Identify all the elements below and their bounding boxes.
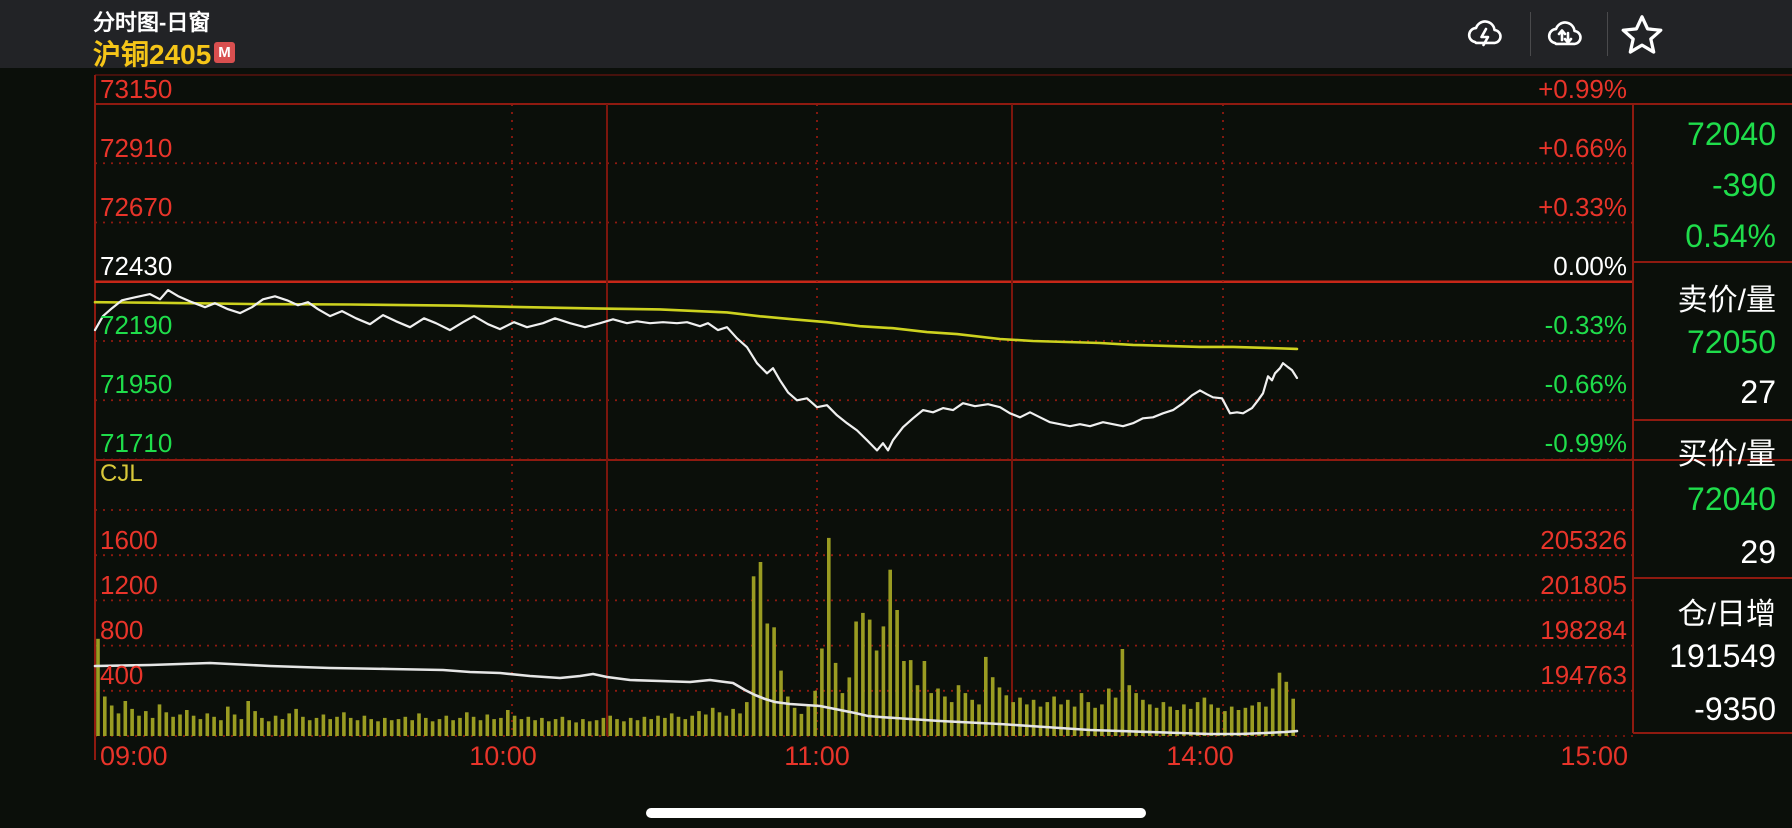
price-change: -390 [1712, 167, 1776, 204]
open-interest-value: 191549 [1669, 638, 1776, 675]
ask-price: 72050 [1687, 324, 1776, 361]
pct-axis-label: +0.66% [1538, 132, 1627, 164]
volume-axis-label: 800 [100, 614, 143, 646]
price-axis-label-prev-close: 72430 [100, 250, 172, 282]
pct-axis-label: +0.99% [1538, 73, 1627, 105]
indicator-label-cjl: CJL [100, 458, 143, 490]
bid-label: 买价/量 [1678, 429, 1776, 473]
oi-axis-label: 201805 [1540, 569, 1627, 601]
volume-axis-label: 400 [100, 659, 143, 691]
bid-price: 72040 [1687, 481, 1776, 518]
last-price: 72040 [1687, 116, 1776, 153]
pct-axis-label: +0.33% [1538, 191, 1627, 223]
price-change-pct: 0.54% [1685, 218, 1776, 255]
volume-axis-label: 1200 [100, 569, 158, 601]
price-axis-label: 72910 [100, 132, 172, 164]
time-axis-label: 15:00 [1560, 741, 1628, 772]
intraday-chart-canvas[interactable] [0, 0, 1792, 828]
pct-axis-label: -0.99% [1545, 427, 1627, 459]
oi-axis-label: 198284 [1540, 614, 1627, 646]
price-axis-label: 72190 [100, 309, 172, 341]
volume-axis-label: 1600 [100, 524, 158, 556]
trading-app-screen: 分时图-日窗 沪铜2405 M 73150 72910 72670 [0, 0, 1792, 828]
time-axis-label: 09:00 [100, 741, 168, 772]
open-interest-label: 仓/日增 [1678, 589, 1776, 633]
time-axis-label: 11:00 [784, 741, 850, 772]
price-axis-label: 71950 [100, 368, 172, 400]
ask-label: 卖价/量 [1678, 275, 1776, 319]
bid-quantity: 29 [1740, 534, 1776, 571]
oi-axis-label: 194763 [1540, 659, 1627, 691]
price-axis-label: 73150 [100, 73, 172, 105]
home-indicator[interactable] [646, 808, 1146, 818]
time-axis-label: 14:00 [1166, 741, 1234, 772]
oi-axis-label: 205326 [1540, 524, 1627, 556]
pct-axis-label-zero: 0.00% [1553, 250, 1627, 282]
open-interest-daily-change: -9350 [1694, 691, 1776, 728]
price-axis-label: 71710 [100, 427, 172, 459]
ask-quantity: 27 [1740, 374, 1776, 411]
price-axis-label: 72670 [100, 191, 172, 223]
pct-axis-label: -0.33% [1545, 309, 1627, 341]
time-axis-label: 10:00 [469, 741, 537, 772]
pct-axis-label: -0.66% [1545, 368, 1627, 400]
